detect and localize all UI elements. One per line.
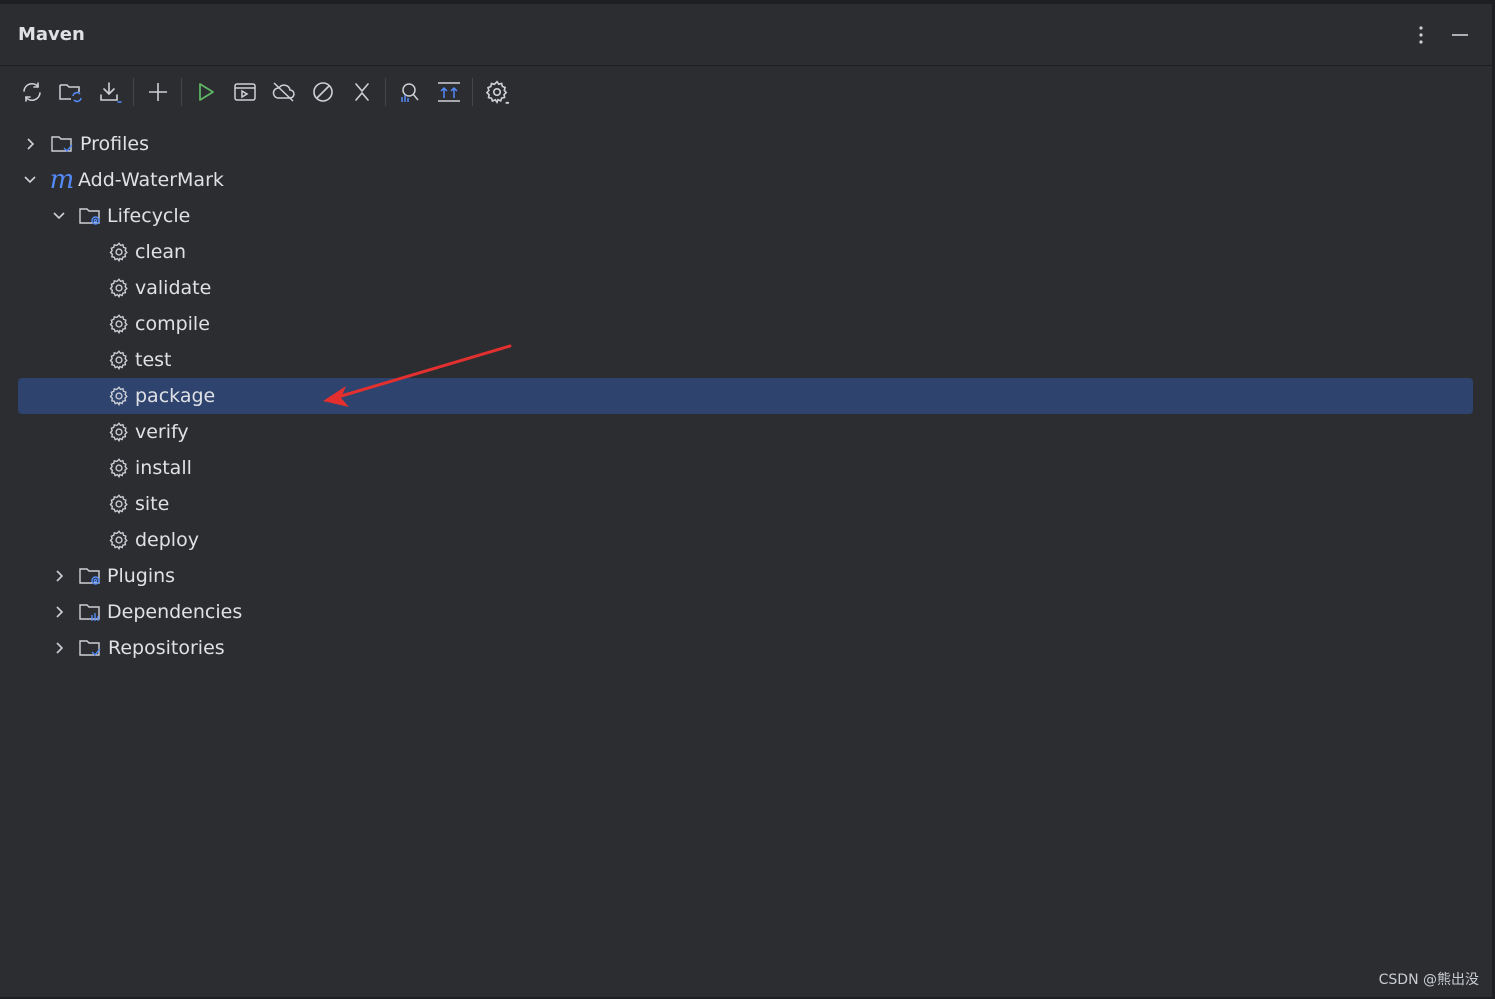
gear-icon [107,348,131,372]
chevron-right-icon[interactable] [49,602,69,622]
goal-label: package [135,385,216,407]
maven-project-icon: m [49,165,75,195]
analyze-dependencies-icon[interactable] [390,73,429,111]
execute-goal-icon[interactable] [225,73,264,111]
toolbar-separator [133,78,134,106]
add-icon[interactable] [138,73,177,111]
chevron-right-icon[interactable] [49,638,69,658]
tree-item-plugins[interactable]: Plugins [18,558,1473,594]
tree-item-label: Lifecycle [107,205,191,227]
gear-icon [107,420,131,444]
tree-item-label: Profiles [80,133,149,155]
tree-item-dependencies[interactable]: Dependencies [18,594,1473,630]
goal-site[interactable]: site [18,486,1473,522]
goal-package[interactable]: package [18,378,1473,414]
gear-icon [107,456,131,480]
goal-compile[interactable]: compile [18,306,1473,342]
maven-toolbar [12,72,516,112]
tree-item-label: Repositories [108,637,225,659]
settings-icon[interactable] [477,73,516,111]
gear-icon [107,276,131,300]
gear-icon [107,528,131,552]
gear-icon [107,384,131,408]
folder-plugins-icon [78,564,102,588]
folder-repositories-icon [78,636,102,660]
toolbar-separator [472,78,473,106]
folder-dependencies-icon [78,600,102,624]
tree-item-profiles[interactable]: Profiles [18,126,1473,162]
tree-item-label: Add-WaterMark [78,169,224,191]
chevron-right-icon[interactable] [20,134,40,154]
toolbar-separator [385,78,386,106]
gear-icon [107,312,131,336]
chevron-down-icon[interactable] [49,206,69,226]
skip-tests-icon[interactable] [303,73,342,111]
expand-all-icon[interactable] [429,73,468,111]
tree-item-project[interactable]: m Add-WaterMark [18,162,1473,198]
watermark: CSDN @熊出没 [1378,972,1479,988]
tree-item-label: Plugins [107,565,176,587]
toolbar-separator [181,78,182,106]
goal-label: verify [135,421,189,443]
goal-validate[interactable]: validate [18,270,1473,306]
goal-deploy[interactable]: deploy [18,522,1473,558]
goal-label: test [135,349,172,371]
run-icon[interactable] [186,73,225,111]
goal-verify[interactable]: verify [18,414,1473,450]
goal-label: deploy [135,529,199,551]
more-vertical-icon[interactable] [1408,22,1434,48]
tree-item-repositories[interactable]: Repositories [18,630,1473,666]
download-icon[interactable] [90,73,129,111]
goal-label: validate [135,277,212,299]
chevron-right-icon[interactable] [49,566,69,586]
goal-label: clean [135,241,187,263]
tree-item-lifecycle[interactable]: Lifecycle [18,198,1473,234]
goal-label: site [135,493,170,515]
folder-profiles-icon [50,132,74,156]
goal-clean[interactable]: clean [18,234,1473,270]
folder-sync-icon[interactable] [51,73,90,111]
maven-tree: Profiles m Add-WaterMark Lifecycle clean… [18,126,1473,666]
goal-label: compile [135,313,210,335]
offline-cloud-icon[interactable] [264,73,303,111]
chevron-down-icon[interactable] [20,170,40,190]
minimize-icon[interactable] [1447,22,1473,48]
goal-label: install [135,457,192,479]
goal-install[interactable]: install [18,450,1473,486]
collapse-icon[interactable] [342,73,381,111]
panel-header: Maven [0,4,1492,66]
gear-icon [107,240,131,264]
tree-item-label: Dependencies [107,601,243,623]
gear-icon [107,492,131,516]
reload-icon[interactable] [12,73,51,111]
goal-test[interactable]: test [18,342,1473,378]
panel-title: Maven [18,24,85,45]
folder-lifecycle-icon [78,204,102,228]
